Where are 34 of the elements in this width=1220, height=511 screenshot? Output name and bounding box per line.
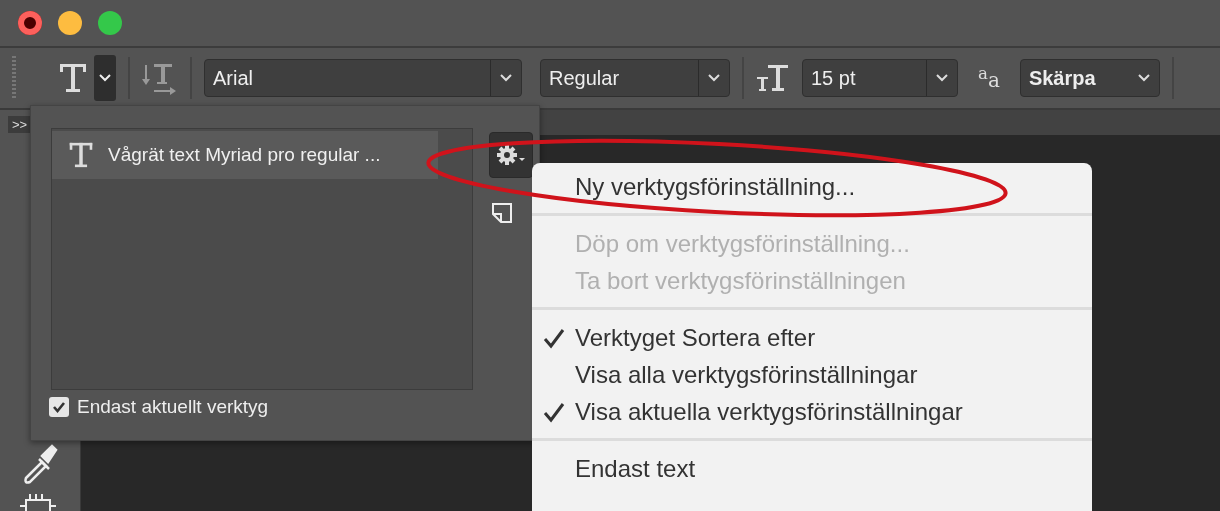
menu-item[interactable]: Ny verktygsförinställning... bbox=[532, 168, 1092, 205]
settings-button[interactable] bbox=[489, 132, 533, 178]
zoom-button[interactable] bbox=[98, 11, 122, 35]
font-style-select[interactable]: Regular bbox=[540, 59, 730, 97]
menu-item[interactable]: Visa aktuella verktygsförinställningar bbox=[532, 393, 1092, 430]
font-size-select[interactable]: 15 pt bbox=[802, 59, 958, 97]
current-tool-checkbox[interactable]: Endast aktuellt verktyg bbox=[49, 396, 269, 418]
collapse-button[interactable]: >> bbox=[8, 116, 32, 133]
toolbar-grip[interactable] bbox=[12, 56, 16, 100]
caret-icon bbox=[707, 73, 721, 83]
text-orientation-icon[interactable] bbox=[142, 61, 178, 95]
antialias-label: $^{a}$a bbox=[978, 64, 1000, 92]
type-tool-icon[interactable] bbox=[58, 62, 88, 94]
type-icon bbox=[68, 141, 94, 169]
checkmark-icon bbox=[542, 326, 565, 349]
font-family-select[interactable]: Arial bbox=[204, 59, 522, 97]
crop-tool-icon[interactable] bbox=[18, 494, 58, 511]
font-size-icon bbox=[756, 63, 790, 93]
caret-icon bbox=[1136, 73, 1151, 83]
caret-icon bbox=[935, 73, 949, 83]
caret-icon bbox=[499, 73, 513, 83]
new-preset-icon[interactable] bbox=[491, 202, 513, 224]
menu-item[interactable]: Verktyget Sortera efter bbox=[532, 319, 1092, 356]
menu-item[interactable]: Endast text bbox=[532, 450, 1092, 487]
menu-item[interactable]: Visa alla verktygsförinställningar bbox=[532, 356, 1092, 393]
gear-icon bbox=[495, 143, 527, 167]
preset-item[interactable]: Vågrät text Myriad pro regular ... bbox=[52, 131, 438, 179]
caret-icon bbox=[98, 73, 112, 83]
checkmark-icon bbox=[52, 401, 66, 413]
tool-preset-dropdown[interactable] bbox=[94, 55, 116, 101]
minimize-button[interactable] bbox=[58, 11, 82, 35]
checkmark-icon bbox=[542, 400, 565, 423]
close-button[interactable] bbox=[18, 11, 42, 35]
antialias-select[interactable]: Skärpa bbox=[1019, 59, 1160, 97]
